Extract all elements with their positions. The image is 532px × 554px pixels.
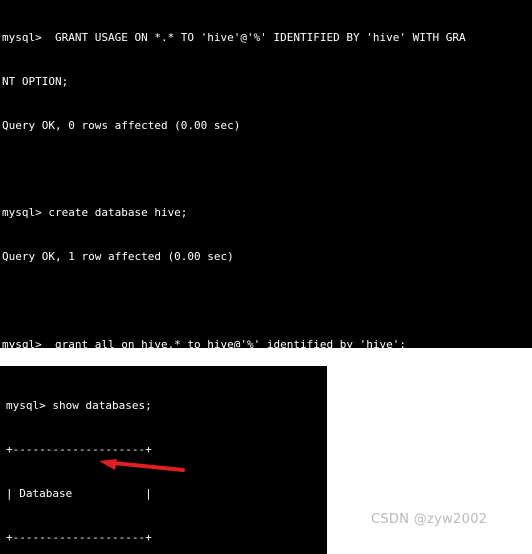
terminal-line: Query OK, 1 row affected (0.00 sec) xyxy=(2,250,234,264)
terminal-line: mysql> GRANT USAGE ON *.* TO 'hive'@'%' … xyxy=(2,31,466,45)
terminal-line: +--------------------+ xyxy=(6,530,152,544)
page-gap xyxy=(0,348,532,366)
terminal-line: | Database | xyxy=(6,486,152,500)
terminal-line: mysql> show databases; xyxy=(6,399,152,413)
terminal-line: mysql> grant all on hive.* to hive@'%' i… xyxy=(2,337,406,348)
terminal-line: NT OPTION; xyxy=(2,74,69,88)
terminal-line: Query OK, 0 rows affected (0.00 sec) xyxy=(2,118,241,132)
mysql-shell-upper[interactable]: mysql> GRANT USAGE ON *.* TO 'hive'@'%' … xyxy=(0,0,532,348)
terminal-line: mysql> create database hive; xyxy=(2,206,188,220)
watermark: CSDN @zyw2002 xyxy=(371,512,488,527)
terminal-line: +--------------------+ xyxy=(6,442,152,456)
mysql-shell-lower[interactable]: mysql> show databases; +----------------… xyxy=(0,366,327,554)
